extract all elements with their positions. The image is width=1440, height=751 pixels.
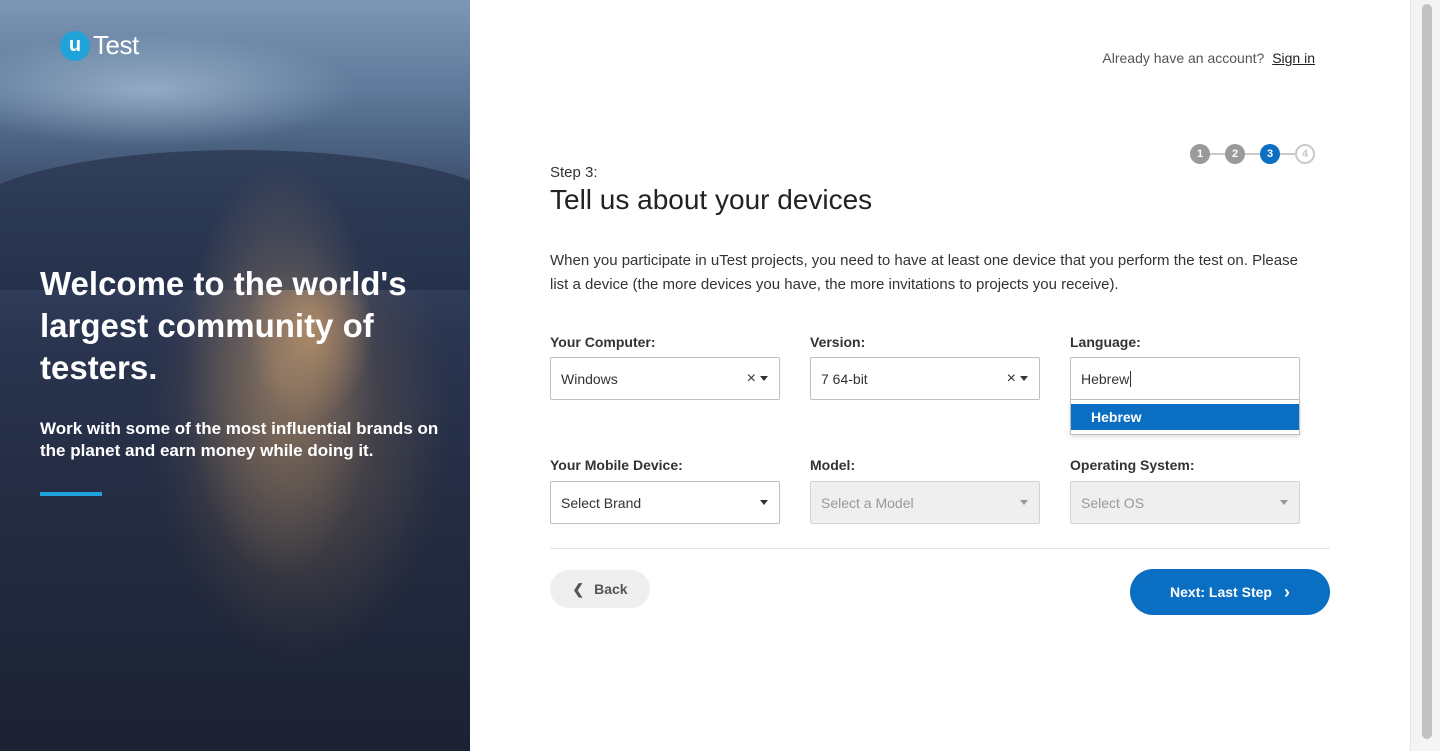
language-option[interactable]: Hebrew	[1071, 404, 1299, 430]
version-value: 7 64-bit	[821, 370, 868, 387]
page-scrollbar[interactable]	[1410, 0, 1440, 751]
computer-label: Your Computer:	[550, 334, 656, 350]
text-cursor	[1130, 370, 1132, 387]
caret-down-icon	[1020, 500, 1028, 505]
language-dropdown: Hebrew	[1070, 400, 1300, 435]
logo-text: Test	[93, 30, 139, 60]
step-label: Step 3:	[550, 164, 598, 181]
version-label: Version:	[810, 334, 866, 350]
mobile-device-label: Your Mobile Device:	[550, 457, 683, 473]
caret-down-icon	[1280, 500, 1288, 505]
hero-subtitle: Work with some of the most influential b…	[40, 419, 439, 460]
scrollbar-thumb[interactable]	[1422, 4, 1432, 739]
model-label: Model:	[810, 457, 856, 473]
account-prompt-text: Already have an account?	[1102, 50, 1265, 66]
os-label: Operating System:	[1070, 457, 1195, 473]
step-4: 4	[1295, 144, 1315, 164]
intro-text: When you participate in uTest projects, …	[550, 252, 1298, 293]
language-input[interactable]: Hebrew	[1070, 357, 1300, 400]
step-1: 1	[1190, 144, 1210, 164]
chevron-right-icon: ›	[1283, 581, 1290, 602]
divider	[550, 548, 1330, 549]
back-button[interactable]: ❮ Back	[550, 570, 650, 608]
clear-icon[interactable]: ×	[1007, 370, 1016, 388]
sign-in-link[interactable]: Sign in	[1272, 50, 1315, 66]
account-prompt: Already have an account? Sign in	[1102, 50, 1315, 66]
caret-down-icon	[760, 500, 768, 505]
os-select: Select OS	[1070, 481, 1300, 524]
language-value: Hebrew	[1081, 370, 1130, 387]
step-connector	[1245, 153, 1260, 155]
computer-select[interactable]: Windows ×	[550, 357, 780, 400]
model-select: Select a Model	[810, 481, 1040, 524]
next-label: Next: Last Step	[1170, 584, 1272, 600]
step-3: 3	[1260, 144, 1280, 164]
hero-panel: u Test Welcome to the world's largest co…	[0, 0, 470, 751]
caret-down-icon	[1020, 376, 1028, 381]
logo-mark: u	[60, 30, 90, 61]
model-placeholder: Select a Model	[821, 494, 914, 511]
caret-down-icon	[760, 376, 768, 381]
hero-title: Welcome to the world's largest community…	[40, 265, 407, 386]
utest-logo[interactable]: u Test	[60, 30, 139, 61]
clear-icon[interactable]: ×	[747, 370, 756, 388]
version-select[interactable]: 7 64-bit ×	[810, 357, 1040, 400]
mobile-brand-select[interactable]: Select Brand	[550, 481, 780, 524]
step-connector	[1210, 153, 1225, 155]
page-title: Tell us about your devices	[550, 184, 873, 215]
os-placeholder: Select OS	[1081, 494, 1145, 511]
next-button[interactable]: Next: Last Step ›	[1130, 569, 1330, 615]
progress-stepper: 1 2 3 4	[1190, 144, 1315, 164]
language-label: Language:	[1070, 334, 1141, 350]
step-2: 2	[1225, 144, 1245, 164]
back-label: Back	[594, 581, 628, 597]
hero-accent-bar	[40, 492, 102, 496]
mobile-brand-placeholder: Select Brand	[561, 494, 642, 511]
chevron-left-icon: ❮	[572, 580, 585, 597]
computer-value: Windows	[561, 370, 618, 387]
step-connector	[1280, 153, 1295, 155]
